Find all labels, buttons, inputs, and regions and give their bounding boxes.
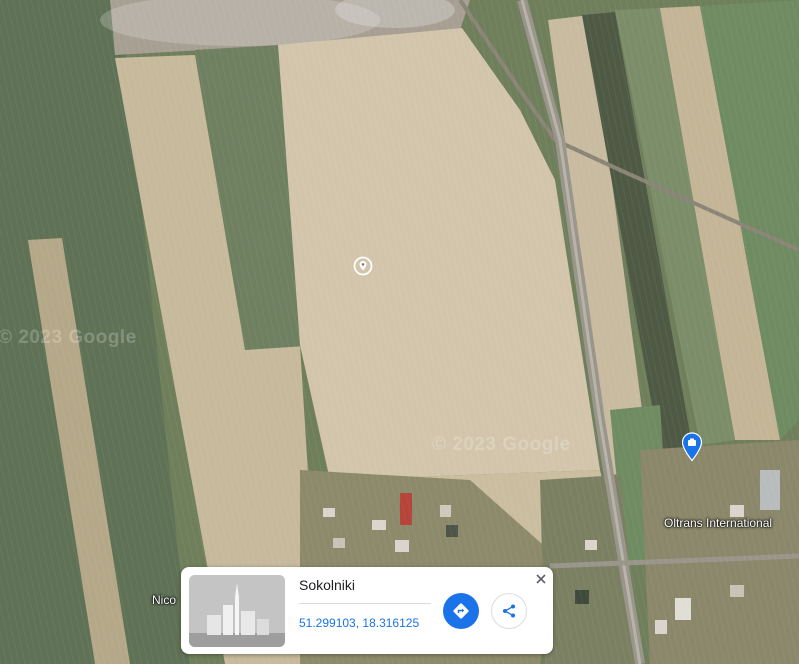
close-icon (536, 574, 546, 584)
place-title: Sokolniki (299, 577, 356, 593)
place-info-card[interactable]: Sokolniki 51.299103, 18.316125 (181, 567, 553, 654)
close-button[interactable] (531, 569, 551, 589)
business-pin-icon[interactable] (681, 432, 703, 462)
directions-button[interactable] (443, 593, 479, 629)
card-divider (299, 603, 431, 604)
map-watermark: © 2023 Google (432, 434, 571, 455)
place-label-partial[interactable]: Nico (152, 593, 176, 607)
location-marker-icon[interactable] (353, 256, 373, 276)
share-icon (503, 604, 515, 618)
business-label[interactable]: Oltrans International (664, 516, 772, 530)
map-watermark: © 2023 Google (0, 327, 137, 348)
share-button[interactable] (491, 593, 527, 629)
place-coordinates[interactable]: 51.299103, 18.316125 (299, 616, 419, 630)
satellite-map[interactable]: © 2023 Google © 2023 Google Oltrans Inte… (0, 0, 799, 664)
place-thumbnail[interactable] (189, 575, 285, 647)
directions-icon (453, 603, 469, 619)
